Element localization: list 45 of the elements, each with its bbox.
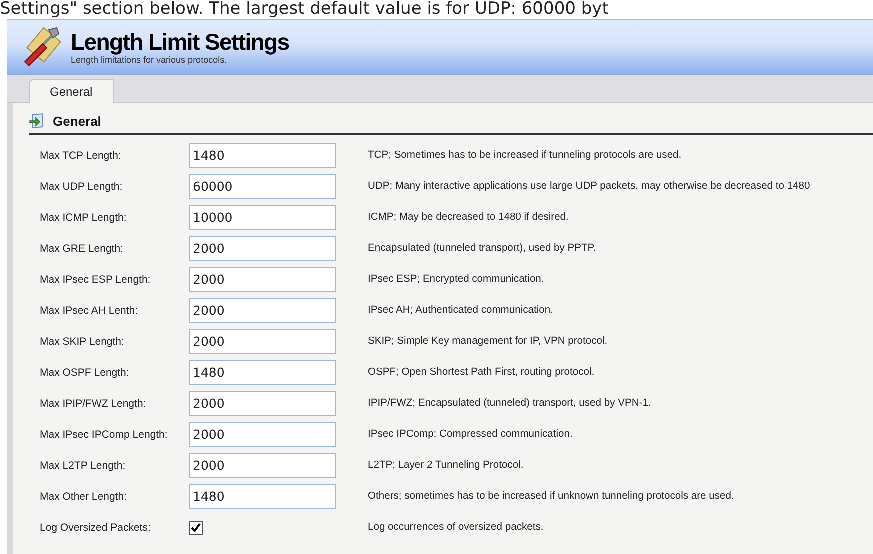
- field-description: IPsec AH; Authenticated communication.: [368, 305, 554, 316]
- field-label: Max ICMP Length:: [40, 212, 128, 224]
- input-field[interactable]: 2000: [189, 267, 336, 292]
- input-field[interactable]: 1480: [189, 143, 336, 168]
- field-description: TCP; Sometimes has to be increased if tunneling protocols are used.: [368, 150, 682, 161]
- field-label: Max IPIP/FWZ Length:: [40, 398, 148, 410]
- field-description: Log occurrences of oversized packets.: [368, 522, 544, 533]
- field-description: Encapsulated (tunneled transport), used by PPTP.: [368, 243, 596, 254]
- field-label: Log Oversized Packets:: [40, 522, 152, 534]
- field-label: Max SKIP Length:: [40, 336, 126, 348]
- field-label: Max GRE Length:: [40, 242, 124, 254]
- field-label: Max Other Length:: [40, 490, 128, 502]
- page-title: Length Limit Settings: [71, 28, 290, 54]
- input-field[interactable]: 1480: [189, 484, 336, 509]
- field-description: IPIP/FWZ; Encapsulated (tunneled) transport, used by VPN-1.: [368, 398, 652, 409]
- input-field[interactable]: 2000: [189, 422, 336, 447]
- arrow-icon: [29, 113, 45, 129]
- field-label: Max UDP Length:: [40, 180, 124, 192]
- input-field[interactable]: 2000: [189, 391, 336, 416]
- tab[interactable]: General: [29, 79, 114, 103]
- field-description: IPsec ESP; Encrypted communication.: [368, 274, 544, 285]
- input-field[interactable]: 1480: [189, 360, 336, 385]
- field-label: Max TCP Length:: [40, 150, 122, 162]
- input-field[interactable]: 2000: [189, 453, 336, 478]
- input-field[interactable]: 2000: [189, 329, 336, 354]
- field-label: Max IPsec ESP Length:: [40, 274, 152, 286]
- field-description: UDP; Many interactive applications use large UDP packets, may otherwise be decreased to 1480: [368, 181, 810, 192]
- input-field[interactable]: 10000: [189, 205, 336, 230]
- field-label: Max IPsec AH Lenth:: [40, 304, 140, 316]
- checkbox[interactable]: [189, 520, 203, 534]
- input-field[interactable]: 2000: [189, 236, 336, 261]
- field-description: IPsec IPComp; Compressed communication.: [368, 429, 573, 440]
- section-title: General: [53, 114, 102, 128]
- field-description: ICMP; May be decreased to 1480 if desired.: [368, 212, 569, 223]
- field-description: Others; sometimes has to be increased if unknown tunneling protocols are used.: [368, 491, 734, 502]
- input-field[interactable]: 2000: [189, 298, 336, 323]
- field-label: Max IPsec IPComp Length:: [40, 428, 169, 440]
- intro-text: Settings" section below. The largest default value is for UDP: 60000 byt: [0, 0, 609, 19]
- page-subtitle: Length limitations for various protocols.: [71, 54, 228, 66]
- input-field[interactable]: 60000: [189, 174, 336, 199]
- field-description: SKIP; Simple Key management for IP, VPN protocol.: [368, 336, 608, 347]
- field-label: Max OSPF Length:: [40, 366, 130, 378]
- field-description: L2TP; Layer 2 Tunneling Protocol.: [368, 460, 524, 471]
- field-description: OSPF; Open Shortest Path First, routing protocol.: [368, 367, 595, 378]
- field-label: Max L2TP Length:: [40, 460, 127, 472]
